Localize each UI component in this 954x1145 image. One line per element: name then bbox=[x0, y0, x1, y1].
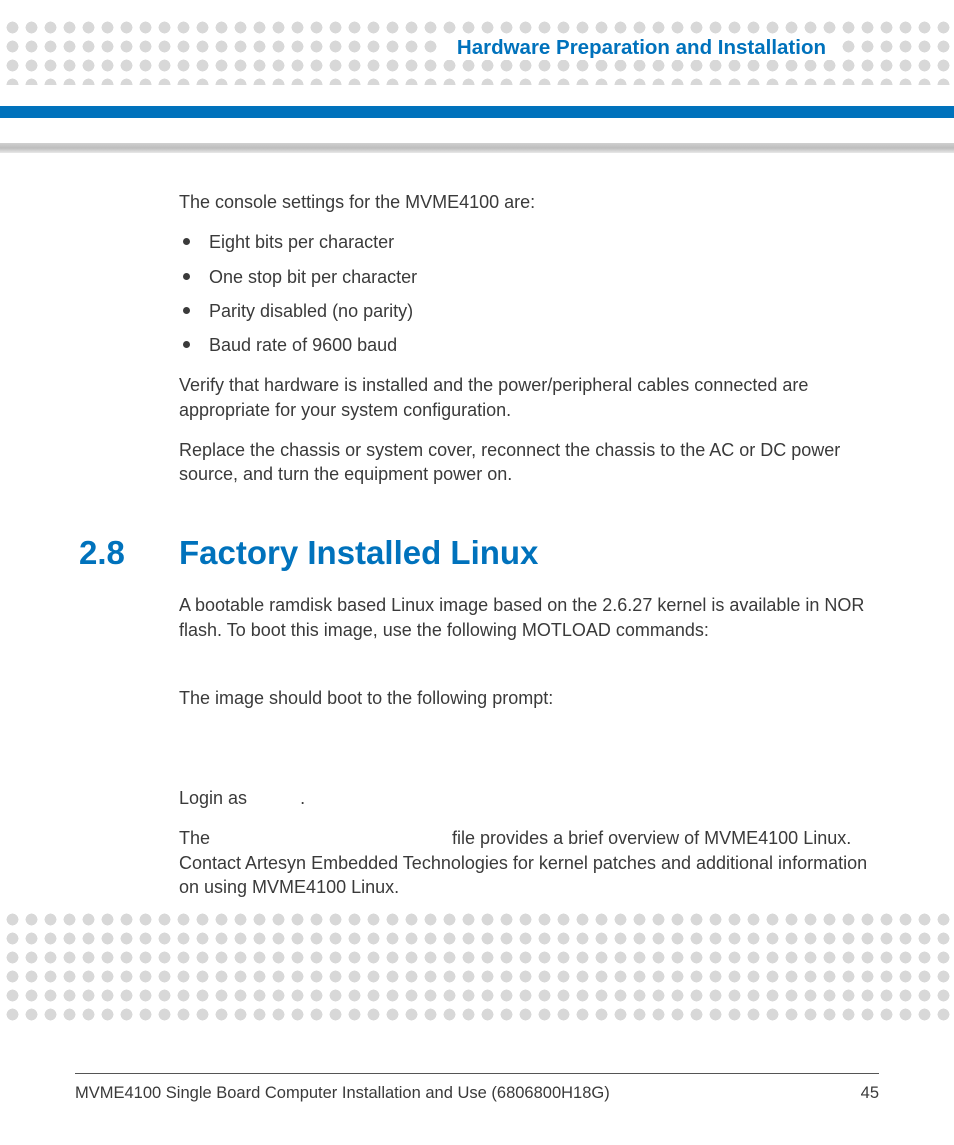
verify-paragraph: Verify that hardware is installed and th… bbox=[179, 373, 879, 422]
section-heading: 2.8 Factory Installed Linux bbox=[79, 531, 879, 576]
page-footer: MVME4100 Single Board Computer Installat… bbox=[75, 1073, 879, 1103]
login-text-post: . bbox=[300, 788, 305, 808]
header-gray-rule bbox=[0, 143, 954, 153]
list-item: Baud rate of 9600 baud bbox=[179, 333, 879, 357]
readme-paragraph: The file provides a brief overview of MV… bbox=[179, 826, 879, 899]
list-item: Parity disabled (no parity) bbox=[179, 299, 879, 323]
section-number: 2.8 bbox=[79, 531, 179, 576]
prompt-paragraph: The image should boot to the following p… bbox=[179, 686, 879, 710]
header-blue-rule bbox=[0, 106, 954, 118]
login-text-pre: Login as bbox=[179, 788, 252, 808]
console-settings-list: Eight bits per character One stop bit pe… bbox=[179, 230, 879, 357]
blank-gap bbox=[179, 726, 879, 786]
footer-dots-pattern bbox=[0, 907, 954, 1027]
blank-gap bbox=[179, 658, 879, 686]
list-item: One stop bit per character bbox=[179, 265, 879, 289]
list-item: Eight bits per character bbox=[179, 230, 879, 254]
running-header-text: Hardware Preparation and Installation bbox=[457, 36, 826, 59]
running-header: Hardware Preparation and Installation bbox=[437, 36, 838, 60]
page-content: The console settings for the MVME4100 ar… bbox=[179, 190, 879, 915]
replace-paragraph: Replace the chassis or system cover, rec… bbox=[179, 438, 879, 487]
footer-doc-title: MVME4100 Single Board Computer Installat… bbox=[75, 1084, 610, 1103]
login-paragraph: Login as . bbox=[179, 786, 879, 810]
boot-paragraph: A bootable ramdisk based Linux image bas… bbox=[179, 593, 879, 642]
intro-paragraph: The console settings for the MVME4100 ar… bbox=[179, 190, 879, 214]
section-title: Factory Installed Linux bbox=[179, 531, 538, 576]
readme-text-mid: file provides a brief overview of MVME41… bbox=[179, 828, 867, 897]
readme-text-pre: The bbox=[179, 828, 215, 848]
footer-page-number: 45 bbox=[861, 1084, 879, 1103]
